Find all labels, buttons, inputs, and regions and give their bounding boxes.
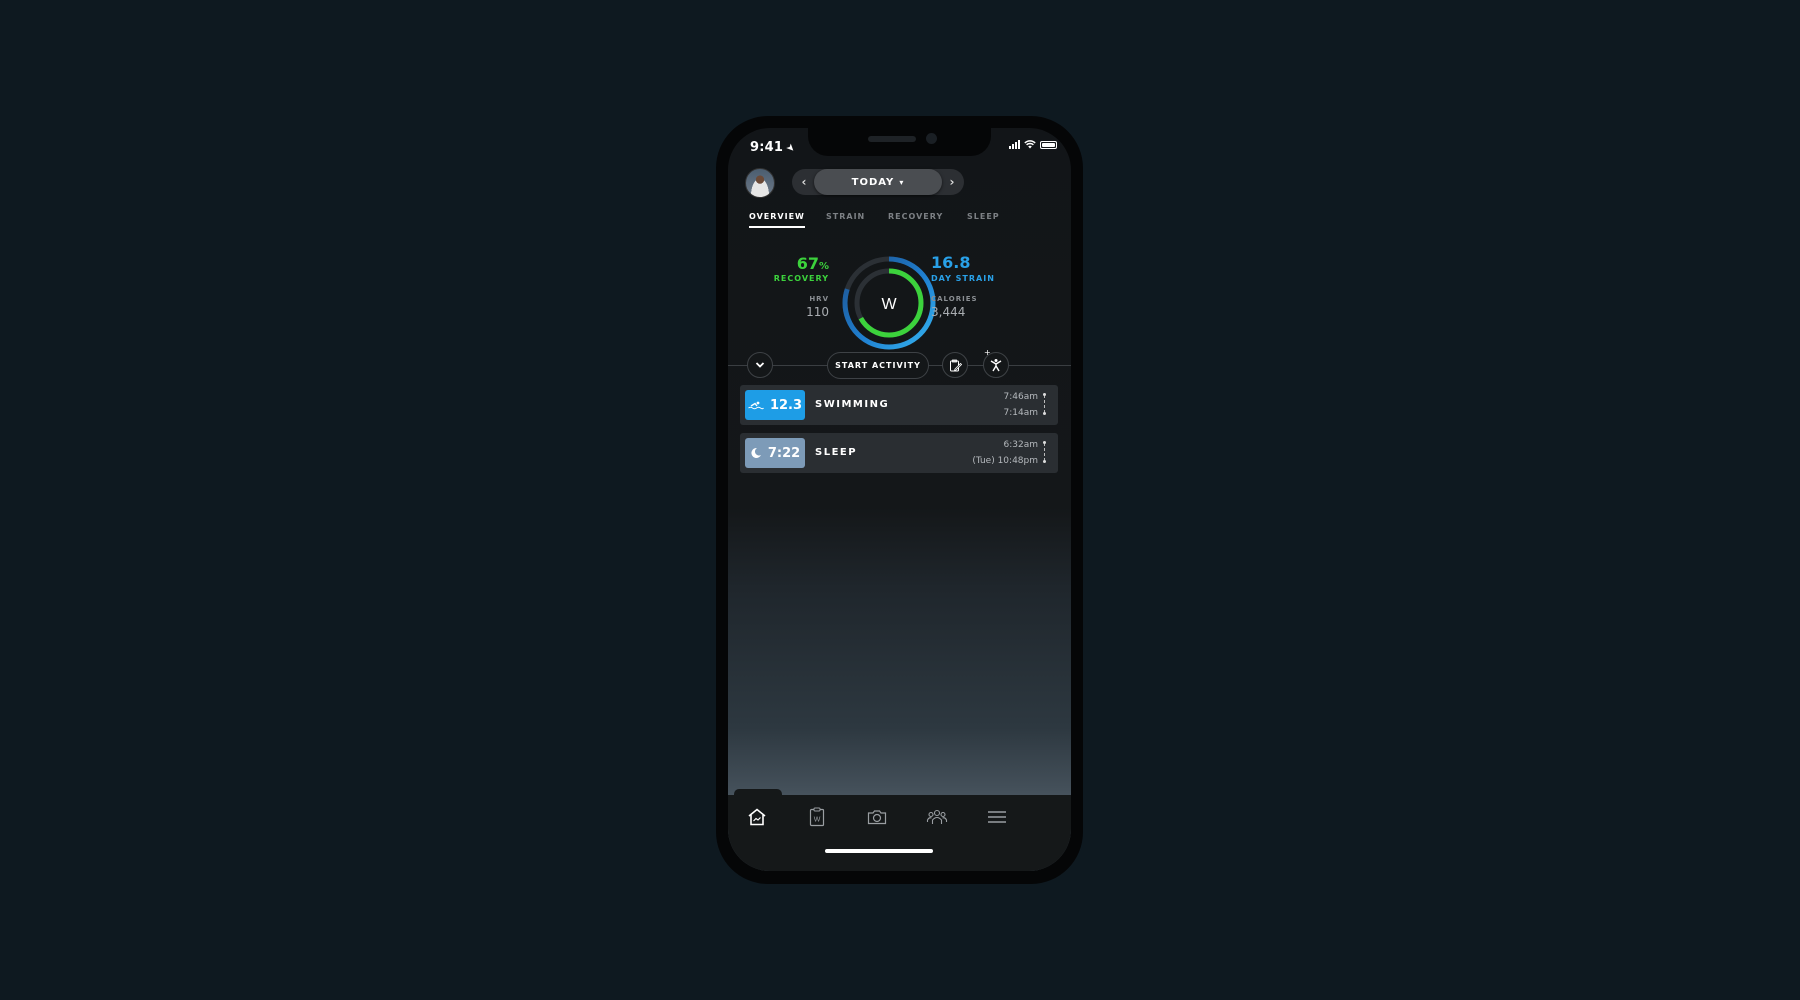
activity-card-sleep[interactable]: 7:22 SLEEP 6:32am (Tue) 10:48pm bbox=[740, 433, 1058, 473]
nav-menu[interactable] bbox=[985, 805, 1009, 829]
activity-score: 12.3 bbox=[769, 397, 803, 413]
hamburger-menu-icon bbox=[988, 811, 1006, 823]
tab-strain[interactable]: STRAIN bbox=[826, 212, 865, 221]
start-activity-button[interactable]: START ACTIVITY bbox=[827, 352, 929, 379]
strain-value[interactable]: 16.8 bbox=[931, 253, 970, 272]
moon-icon bbox=[751, 447, 761, 458]
recovery-unit: % bbox=[818, 261, 829, 272]
activity-title: SLEEP bbox=[815, 447, 858, 458]
battery-icon bbox=[1040, 140, 1057, 149]
date-picker-button[interactable]: TODAY ▾ bbox=[814, 169, 942, 195]
sleep-duration: 7:22 bbox=[767, 445, 801, 461]
end-time: 6:32am bbox=[1003, 440, 1039, 450]
expand-button[interactable] bbox=[747, 352, 773, 378]
home-indicator[interactable] bbox=[825, 849, 933, 853]
activity-card-swimming[interactable]: 12.3 SWIMMING 7:46am 7:14am bbox=[740, 385, 1058, 425]
chevron-right-icon: › bbox=[949, 175, 955, 189]
recovery-number: 67 bbox=[796, 254, 819, 273]
time-range-indicator bbox=[1043, 393, 1046, 415]
calories-label: CALORIES bbox=[931, 295, 978, 303]
bottom-nav: W bbox=[728, 789, 1071, 871]
activity-times: 7:46am 7:14am bbox=[1004, 389, 1039, 421]
location-arrow-icon: ➤ bbox=[783, 141, 798, 156]
end-time: 7:46am bbox=[1003, 392, 1039, 402]
clock: 9:41 bbox=[750, 140, 784, 155]
time-range-indicator bbox=[1043, 441, 1046, 463]
nav-journal[interactable]: W bbox=[805, 805, 829, 829]
hrv-label: HRV bbox=[809, 295, 829, 303]
strain-label: DAY STRAIN bbox=[931, 274, 995, 283]
hrv-value: 110 bbox=[806, 305, 829, 319]
status-icons bbox=[1009, 140, 1057, 149]
status-time: 9:41➤ bbox=[750, 140, 798, 156]
nav-home[interactable] bbox=[745, 805, 769, 829]
home-chart-icon bbox=[748, 808, 766, 826]
nav-camera[interactable] bbox=[865, 805, 889, 829]
recovery-label: RECOVERY bbox=[773, 274, 829, 283]
tab-recovery[interactable]: RECOVERY bbox=[888, 212, 943, 221]
calories-value: 3,444 bbox=[931, 305, 966, 319]
clipboard-edit-icon bbox=[949, 359, 962, 371]
tab-bar-top: OVERVIEW STRAIN RECOVERY SLEEP bbox=[728, 212, 1071, 232]
chevron-left-icon: ‹ bbox=[801, 175, 807, 189]
people-icon bbox=[926, 809, 948, 824]
start-time: 7:14am bbox=[1003, 408, 1039, 418]
date-label: TODAY bbox=[851, 176, 895, 188]
phone-frame: 9:41➤ ‹ TODAY ▾ › OVERVIEW STRAIN RECOVE… bbox=[716, 116, 1083, 884]
sleep-badge: 7:22 bbox=[745, 438, 805, 468]
whoop-logo: W bbox=[881, 296, 897, 313]
speaker bbox=[868, 136, 916, 142]
profile-avatar[interactable] bbox=[745, 168, 775, 198]
notch bbox=[808, 128, 991, 156]
strain-badge: 12.3 bbox=[745, 390, 805, 420]
day-navigator: ‹ TODAY ▾ › bbox=[792, 169, 964, 195]
svg-text:W: W bbox=[814, 817, 821, 824]
active-tab-indicator bbox=[734, 789, 782, 799]
front-camera bbox=[926, 133, 937, 144]
recovery-value[interactable]: 67% bbox=[797, 254, 829, 273]
camera-icon bbox=[867, 810, 887, 825]
activity-times: 6:32am (Tue) 10:48pm bbox=[972, 437, 1038, 469]
next-day-button[interactable]: › bbox=[942, 169, 962, 195]
activity-title: SWIMMING bbox=[815, 399, 890, 410]
nav-community[interactable] bbox=[925, 805, 949, 829]
strain-recovery-dial[interactable]: W bbox=[841, 255, 937, 351]
chevron-down-icon bbox=[755, 362, 765, 368]
app-screen: 9:41➤ ‹ TODAY ▾ › OVERVIEW STRAIN RECOVE… bbox=[728, 128, 1071, 871]
add-activity-button[interactable] bbox=[983, 352, 1009, 378]
clipboard-w-icon: W bbox=[809, 807, 825, 827]
chevron-down-icon: ▾ bbox=[899, 177, 905, 187]
swimming-icon bbox=[748, 401, 764, 409]
tab-sleep[interactable]: SLEEP bbox=[967, 212, 1000, 221]
cellular-signal-icon bbox=[1009, 140, 1020, 149]
person-plus-icon bbox=[990, 359, 1002, 372]
wifi-icon bbox=[1024, 140, 1036, 149]
start-time: (Tue) 10:48pm bbox=[972, 456, 1038, 466]
tab-overview[interactable]: OVERVIEW bbox=[749, 212, 805, 228]
journal-button[interactable] bbox=[942, 352, 968, 378]
prev-day-button[interactable]: ‹ bbox=[794, 169, 814, 195]
